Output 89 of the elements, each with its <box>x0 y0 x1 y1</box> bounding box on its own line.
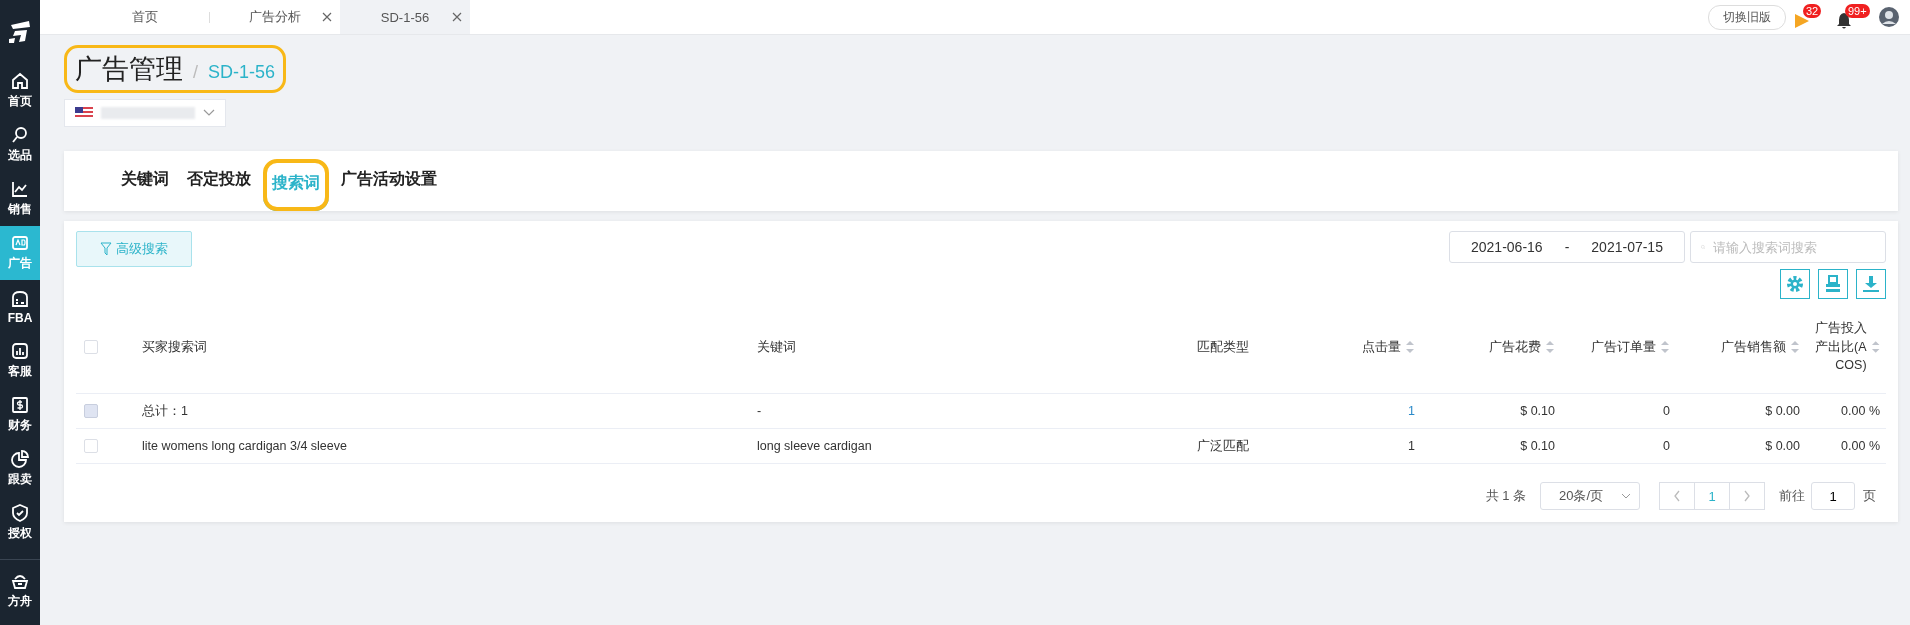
settings-button[interactable] <box>1780 269 1810 299</box>
sidebar-item[interactable]: FBA <box>0 280 40 334</box>
sidebar-item[interactable]: 财务 <box>0 388 40 442</box>
sort-icon[interactable] <box>1405 340 1415 354</box>
printer-icon <box>1824 275 1842 293</box>
table-cell: long sleeve cardigan <box>757 439 872 453</box>
print-button[interactable] <box>1818 269 1848 299</box>
table-cell: lite womens long cardigan 3/4 sleeve <box>142 439 347 453</box>
tab[interactable]: 关键词 <box>112 151 178 211</box>
total-count: 共 1 条 <box>1485 487 1526 505</box>
bar-chart-icon <box>11 342 29 360</box>
table-cell: $ 0.00 <box>1765 439 1800 453</box>
goto-label: 前往 <box>1779 487 1805 505</box>
sidebar-item[interactable]: 授权 <box>0 496 40 550</box>
end-date: 2021-07-15 <box>1591 239 1663 255</box>
chevron-right-icon <box>1743 490 1751 502</box>
bell-notification[interactable]: 99+ <box>1836 4 1870 30</box>
column-header: 广告花费 <box>1489 338 1541 356</box>
table-cell: 0 <box>1663 439 1670 453</box>
table-cell: 1 <box>1408 439 1415 453</box>
column-header: 关键词 <box>757 338 796 356</box>
dollar-icon <box>11 396 29 414</box>
table-cell: 0.00 % <box>1841 439 1880 453</box>
sort-icon[interactable] <box>1790 340 1800 354</box>
checkbox[interactable] <box>84 340 98 355</box>
column-header: 广告投入产出比(ACOS) <box>1813 319 1867 375</box>
table-cell: 总计：1 <box>142 403 188 418</box>
chevron-left-icon <box>1673 490 1681 502</box>
count-badge: 99+ <box>1845 4 1870 18</box>
search-icon <box>11 126 29 144</box>
search-field[interactable]: 请输入搜索词搜索 <box>1690 231 1886 263</box>
download-button[interactable] <box>1856 269 1886 299</box>
date-separator: - <box>1564 239 1570 255</box>
sidebar-item[interactable]: 客服 <box>0 334 40 388</box>
table-cell: $ 0.10 <box>1520 404 1555 418</box>
avatar-icon[interactable] <box>1878 6 1900 28</box>
page-size-select[interactable]: 20条/页 <box>1540 482 1640 510</box>
page-tab[interactable]: 首页 <box>80 0 210 34</box>
sidebar-item[interactable]: 选品 <box>0 118 40 172</box>
filter-icon <box>100 242 112 256</box>
breadcrumb-separator: / <box>193 62 198 83</box>
pie-chart-icon <box>11 450 29 468</box>
page-input[interactable]: 1 <box>1811 482 1855 510</box>
sidebar-item[interactable]: 首页 <box>0 64 40 118</box>
flag-notification[interactable]: 32 <box>1794 4 1828 30</box>
chevron-down-icon <box>1621 493 1631 499</box>
table-cell: - <box>757 404 762 418</box>
page-tab[interactable]: 广告分析 <box>210 0 340 34</box>
sidebar-item[interactable]: 销售 <box>0 172 40 226</box>
store-select[interactable] <box>64 99 226 127</box>
sidebar-item[interactable]: 跟卖 <box>0 442 40 496</box>
table-cell: $ 0.00 <box>1765 404 1800 418</box>
table-cell: 0 <box>1663 404 1670 418</box>
close-icon[interactable] <box>452 12 462 22</box>
column-header: 匹配类型 <box>1197 338 1249 356</box>
table-cell: $ 0.10 <box>1520 439 1555 453</box>
box-icon <box>11 289 29 308</box>
next-page-button[interactable] <box>1729 482 1765 510</box>
table-cell: 广泛匹配 <box>1197 438 1249 453</box>
sort-icon[interactable] <box>1660 340 1670 354</box>
count-badge: 32 <box>1803 4 1822 18</box>
column-header: 买家搜索词 <box>142 338 207 356</box>
shield-icon <box>11 504 29 522</box>
us-flag-icon <box>75 107 93 119</box>
page-tab[interactable]: SD-1-56 <box>340 0 470 34</box>
chart-icon <box>11 180 29 198</box>
gear-icon <box>1786 275 1804 293</box>
ad-icon <box>11 234 29 252</box>
home-icon <box>11 72 29 90</box>
start-date: 2021-06-16 <box>1471 239 1543 255</box>
checkbox[interactable] <box>84 439 98 454</box>
previous-page-button[interactable] <box>1659 482 1695 510</box>
column-header: 广告销售额 <box>1721 338 1786 356</box>
page-suffix: 页 <box>1863 487 1876 505</box>
sidebar-item[interactable]: 方舟 <box>0 564 40 618</box>
switch-version-button[interactable]: 切换旧版 <box>1708 4 1786 30</box>
chevron-down-icon <box>203 109 215 117</box>
table-cell: 1 <box>1408 404 1415 418</box>
sort-icon[interactable] <box>1545 340 1555 354</box>
column-header: 广告订单量 <box>1591 338 1656 356</box>
table-cell: 0.00 % <box>1841 404 1880 418</box>
date-range-picker[interactable]: 2021-06-16 - 2021-07-15 <box>1449 231 1685 263</box>
sort-icon[interactable] <box>1870 340 1880 354</box>
tab[interactable]: 广告活动设置 <box>332 151 446 211</box>
close-icon[interactable] <box>322 12 332 22</box>
column-header: 点击量 <box>1362 338 1401 356</box>
page-title: 广告管理 <box>75 53 183 86</box>
download-icon <box>1862 275 1880 293</box>
tab[interactable]: 否定投放 <box>178 151 260 211</box>
